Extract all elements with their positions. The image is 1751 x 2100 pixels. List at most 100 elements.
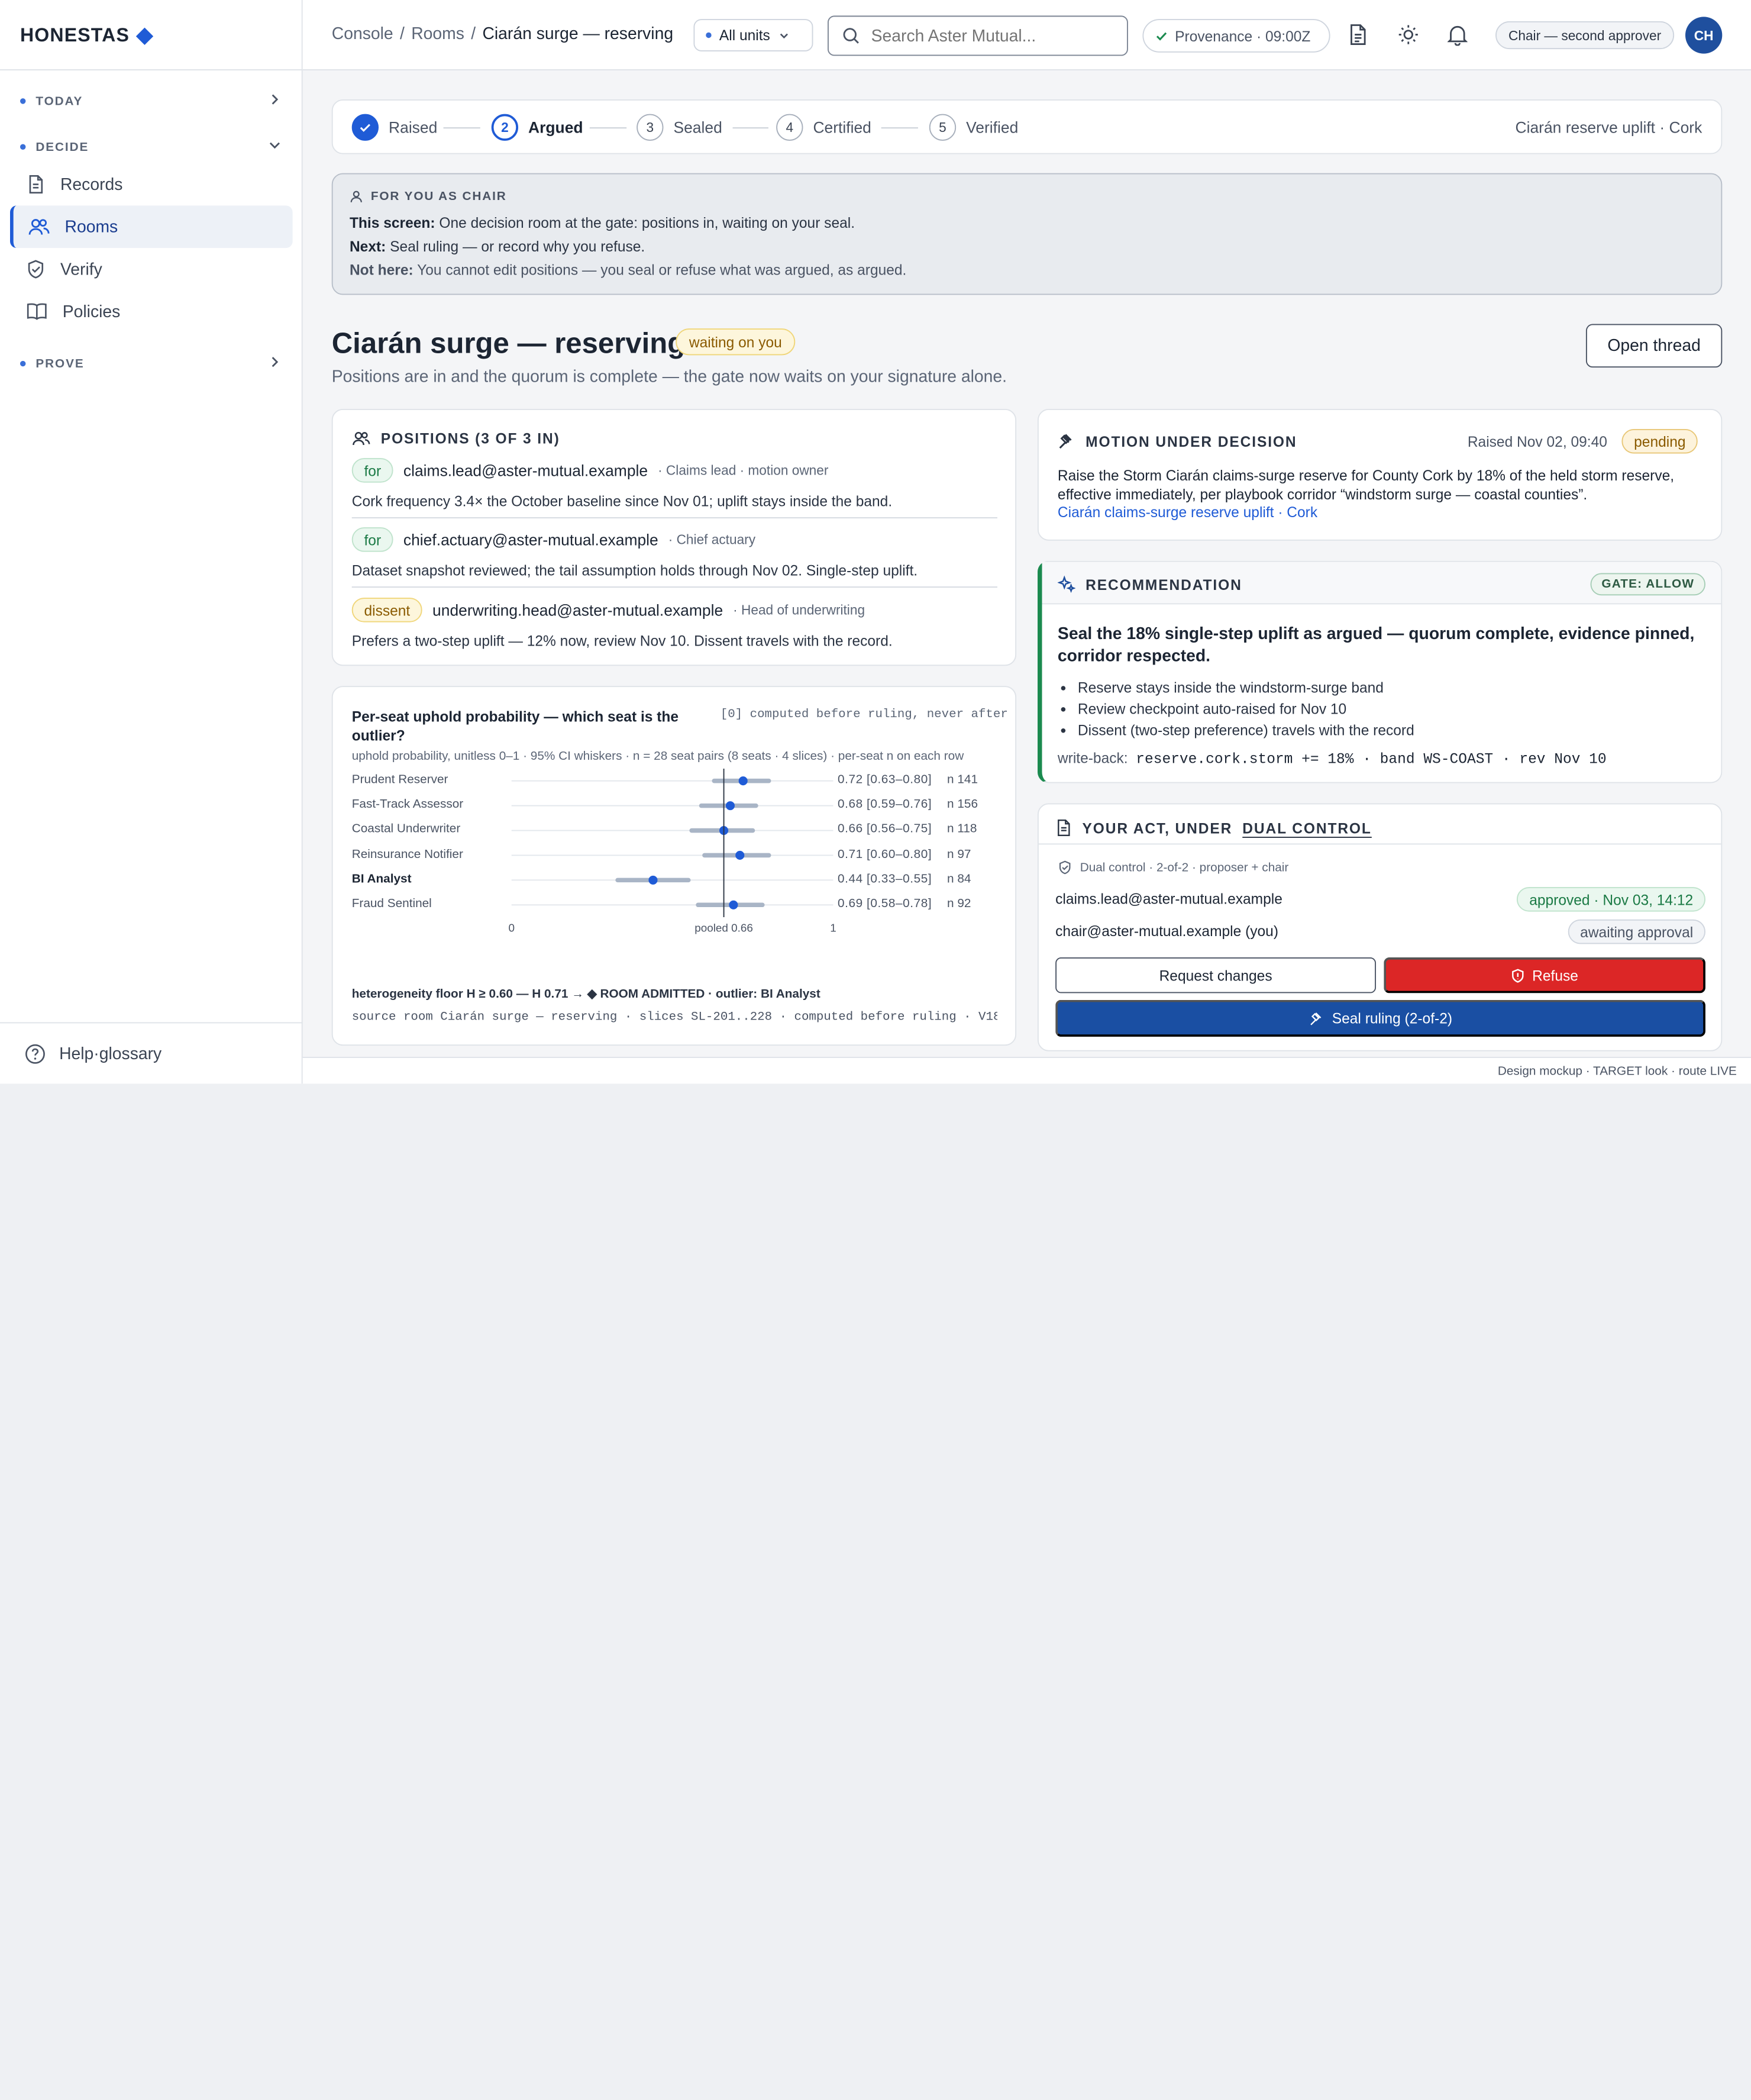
check-icon xyxy=(351,114,379,141)
sidebar-item-verify[interactable]: Verify xyxy=(10,248,293,291)
list-item: Dissent (two-step preference) travels wi… xyxy=(1078,720,1414,741)
dot-icon xyxy=(20,360,26,367)
provenance-chip[interactable]: Provenance · 09:00Z xyxy=(1142,19,1330,53)
breadcrumb-rooms[interactable]: Rooms xyxy=(411,25,464,44)
role-chip[interactable]: Chair — second approver xyxy=(1495,21,1675,50)
recommendation-headline: Seal the 18% single-step uplift as argue… xyxy=(1057,624,1695,666)
dual-control-link[interactable]: DUAL CONTROL xyxy=(1242,820,1372,836)
sidebar-section-prove[interactable]: PROVE xyxy=(20,355,282,372)
uphold-probability-chart: Per-seat uphold probability — which seat… xyxy=(331,686,1017,1046)
seal-ruling-button[interactable]: Seal ruling (2-of-2) xyxy=(1055,999,1705,1037)
provenance-label: Provenance · 09:00Z xyxy=(1175,27,1311,44)
sidebar-section-decide[interactable]: DECIDE xyxy=(20,138,282,155)
document-icon xyxy=(1058,819,1070,837)
document-icon xyxy=(29,175,43,194)
units-select[interactable]: All units xyxy=(693,19,813,51)
breadcrumb-separator: / xyxy=(471,24,476,44)
stance-badge: for xyxy=(351,458,393,483)
position-text: Prefers a two-step uplift — 12% now, rev… xyxy=(351,632,893,649)
step-number: 5 xyxy=(929,114,957,141)
search-box[interactable] xyxy=(828,15,1128,56)
seat-n: n 92 xyxy=(947,897,971,911)
step-connector xyxy=(732,127,768,129)
book-icon xyxy=(27,303,47,320)
document-icon[interactable] xyxy=(1348,24,1368,51)
topbar: Console / Rooms / Ciarán surge — reservi… xyxy=(302,0,1751,70)
bell-icon[interactable] xyxy=(1447,24,1468,51)
step-label: Raised xyxy=(389,118,438,137)
request-changes-button[interactable]: Request changes xyxy=(1055,957,1377,993)
step-argued[interactable]: 2 Argued xyxy=(491,114,583,141)
seat-value: 0.44 [0.33–0.55] xyxy=(838,872,932,886)
gavel-icon xyxy=(1059,434,1072,449)
breadcrumb-console[interactable]: Console xyxy=(332,25,393,44)
step-number: 2 xyxy=(491,114,519,141)
avatar[interactable]: CH xyxy=(1685,17,1723,54)
seat-value: 0.68 [0.59–0.76] xyxy=(838,798,932,812)
writeback-code: reserve.cork.storm += 18% · band WS-COAS… xyxy=(1136,750,1607,768)
position-author[interactable]: chief.actuary@aster-mutual.example xyxy=(403,531,658,549)
motion-link[interactable]: Ciarán claims-surge reserve uplift · Cor… xyxy=(1058,504,1317,520)
seat-value: 0.66 [0.56–0.75] xyxy=(838,822,932,836)
page-title: Ciarán surge — reserving xyxy=(331,326,686,360)
recommendation-heading-text: RECOMMENDATION xyxy=(1086,576,1242,593)
sparkle-icon xyxy=(1057,575,1076,593)
step-verified[interactable]: 5 Verified xyxy=(929,114,1018,141)
chart-source: source room Ciarán surge — reserving · s… xyxy=(351,1011,997,1025)
sidebar-item-label: Records xyxy=(60,175,123,194)
seal-label: Seal ruling (2-of-2) xyxy=(1332,1009,1453,1027)
step-label: Argued xyxy=(528,118,583,137)
seat-n: n 156 xyxy=(947,798,978,812)
motion-status-badge: pending xyxy=(1621,428,1698,454)
seat-label: Reinsurance Notifier xyxy=(351,847,463,861)
sidebar-item-policies[interactable]: Policies xyxy=(10,291,293,333)
step-label: Sealed xyxy=(673,118,722,137)
seat-n: n 141 xyxy=(947,773,978,787)
estimate-point xyxy=(725,801,735,811)
x-tick-label: pooled 0.66 xyxy=(694,922,753,936)
refuse-button[interactable]: Refuse xyxy=(1384,957,1705,993)
approver-chair: chair@aster-mutual.example (you) xyxy=(1055,922,1279,940)
users-icon xyxy=(28,219,50,235)
refuse-label: Refuse xyxy=(1532,967,1578,984)
position-author[interactable]: underwriting.head@aster-mutual.example xyxy=(432,601,723,619)
position-author[interactable]: claims.lead@aster-mutual.example xyxy=(403,462,648,479)
section-label: TODAY xyxy=(35,94,83,108)
seat-label: Prudent Reserver xyxy=(351,773,448,787)
sidebar-item-records[interactable]: Records xyxy=(10,163,293,206)
sidebar-section-today[interactable]: TODAY xyxy=(20,93,282,109)
workflow-stepper: Raised 2 Argued 3 Sealed 4 Certified 5 V… xyxy=(331,99,1723,154)
seat-label: BI Analyst xyxy=(351,872,412,886)
estimate-point xyxy=(729,900,738,909)
list-item: Review checkpoint auto-raised for Nov 10 xyxy=(1078,698,1414,720)
seat-label: Fraud Sentinel xyxy=(351,897,432,911)
shield-check-icon xyxy=(1059,860,1071,875)
act-heading-text: YOUR ACT, UNDER xyxy=(1082,819,1233,837)
for-you-heading-text: FOR YOU AS CHAIR xyxy=(370,189,507,204)
status-badge: waiting on you xyxy=(676,328,796,356)
step-sealed[interactable]: 3 Sealed xyxy=(637,114,722,141)
motion-raised: Raised Nov 02, 09:40 xyxy=(1467,433,1607,450)
estimate-point xyxy=(648,875,658,885)
shield-check-icon xyxy=(28,260,44,279)
not-here-line: Not here: You cannot edit positions — yo… xyxy=(350,262,906,278)
dot-icon xyxy=(706,32,712,38)
step-number: 4 xyxy=(776,114,803,141)
seat-n: n 84 xyxy=(947,872,971,886)
motion-body: Raise the Storm Ciarán claims-surge rese… xyxy=(1057,467,1675,503)
dot-icon xyxy=(20,98,26,104)
step-certified[interactable]: 4 Certified xyxy=(776,114,871,141)
dual-control-info: Dual control · 2-of-2 · proposer + chair xyxy=(1058,860,1288,875)
help-glossary-link[interactable]: Help·glossary xyxy=(0,1022,303,1084)
step-raised[interactable]: Raised xyxy=(351,114,438,141)
writeback-line: write-back: reserve.cork.storm += 18% · … xyxy=(1058,750,1607,767)
search-input[interactable] xyxy=(871,26,1117,46)
section-label: DECIDE xyxy=(35,140,89,154)
sun-icon[interactable] xyxy=(1397,24,1420,51)
recommendation-card: RECOMMENDATION GATE: ALLOW Seal the 18% … xyxy=(1037,560,1723,783)
diamond-icon xyxy=(135,27,154,45)
divider xyxy=(0,69,303,70)
sidebar-item-rooms[interactable]: Rooms xyxy=(9,205,293,249)
brand-logo[interactable]: HONESTAS xyxy=(20,25,154,47)
open-thread-button[interactable]: Open thread xyxy=(1585,324,1723,368)
